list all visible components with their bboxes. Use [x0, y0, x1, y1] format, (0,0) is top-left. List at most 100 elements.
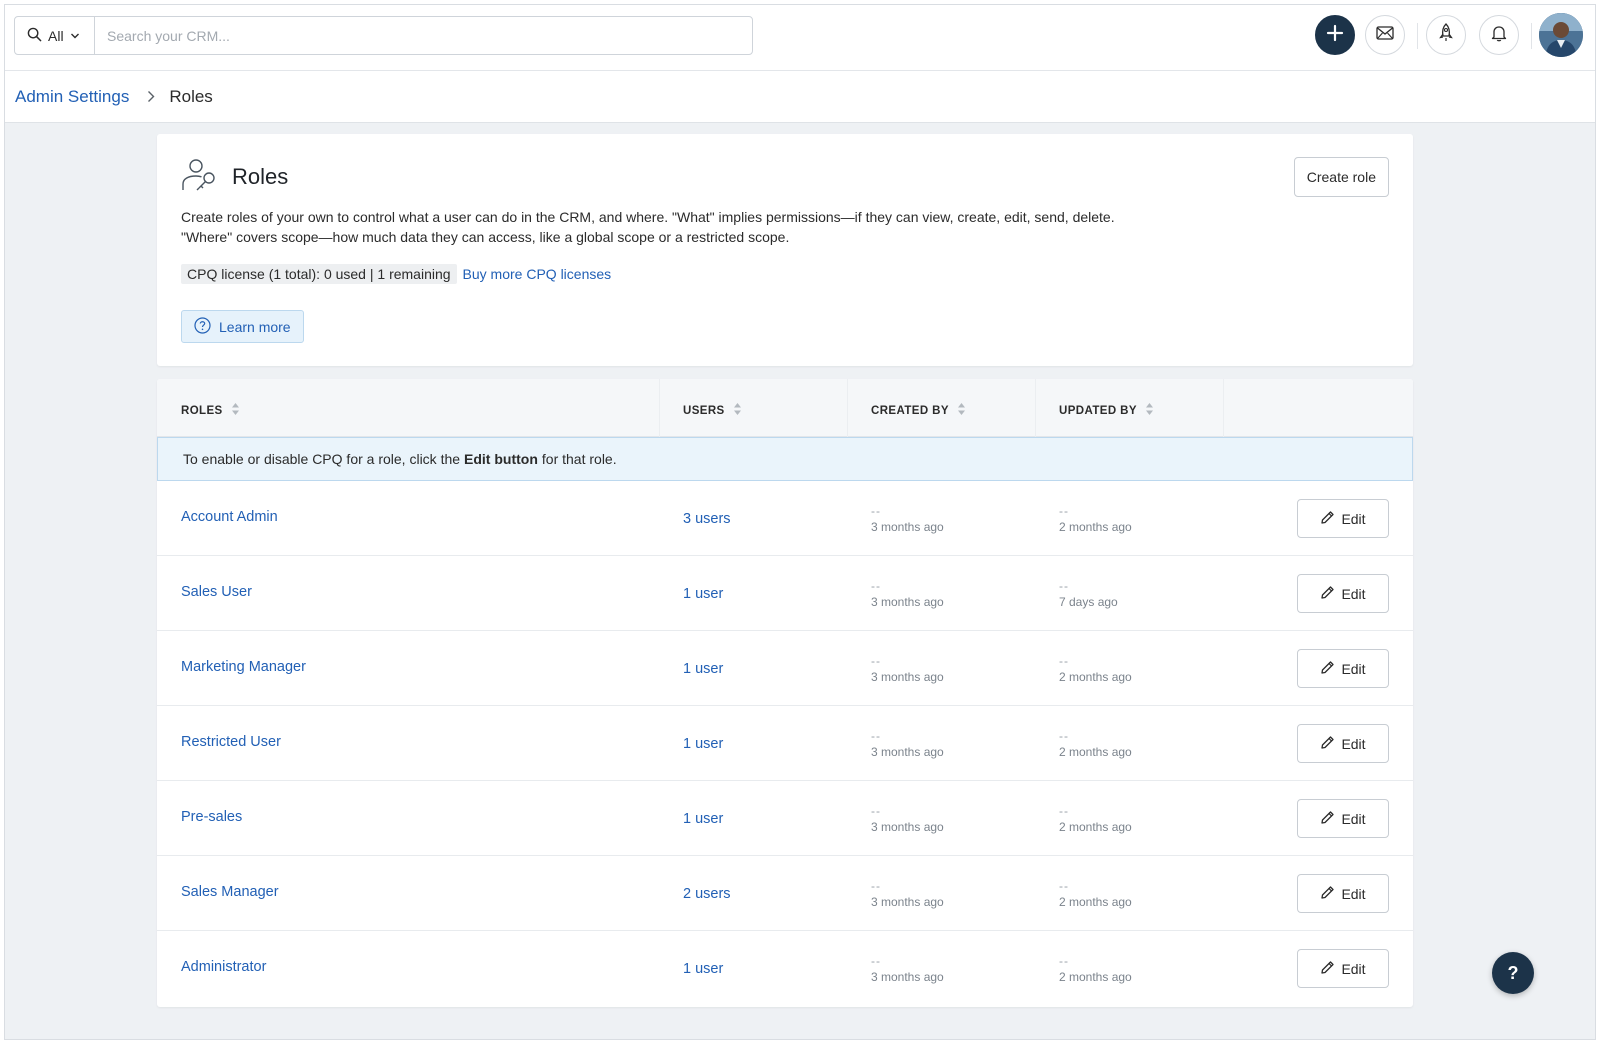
- updated-time: 2 months ago: [1059, 820, 1132, 834]
- sort-icon: [733, 402, 742, 419]
- pencil-icon: [1320, 660, 1335, 678]
- role-users-link[interactable]: 1 user: [683, 961, 723, 977]
- help-button[interactable]: ?: [1492, 952, 1534, 994]
- edit-role-button[interactable]: Edit: [1297, 874, 1389, 913]
- column-header-updated-by[interactable]: UPDATED BY: [1059, 402, 1154, 419]
- created-by-cell: -- 3 months ago: [871, 728, 944, 760]
- roles-header-card: Roles Create role Create roles of your o…: [157, 134, 1413, 366]
- table-body: Account Admin 3 users -- 3 months ago -- 2…: [157, 481, 1413, 1006]
- created-time: 3 months ago: [871, 670, 944, 684]
- plus-icon: [1325, 23, 1345, 48]
- column-header-label: CREATED BY: [871, 404, 949, 417]
- buy-cpq-licenses-link[interactable]: Buy more CPQ licenses: [463, 266, 612, 282]
- created-by-cell: -- 3 months ago: [871, 953, 944, 985]
- pencil-icon: [1320, 510, 1335, 528]
- role-name-link[interactable]: Sales User: [181, 584, 252, 600]
- column-header-roles[interactable]: ROLES: [181, 402, 240, 419]
- notice-text: for that role.: [541, 451, 617, 467]
- user-avatar[interactable]: [1539, 13, 1583, 57]
- updated-by-cell: -- 7 days ago: [1059, 578, 1118, 610]
- updated-by-name: --: [1059, 954, 1069, 968]
- learn-more-label: Learn more: [219, 318, 291, 335]
- sort-icon: [231, 402, 240, 419]
- column-header-label: USERS: [683, 404, 725, 417]
- cpq-license-row: CPQ license (1 total): 0 used | 1 remain…: [181, 264, 611, 284]
- quick-add-button[interactable]: [1315, 15, 1355, 55]
- updated-time: 2 months ago: [1059, 970, 1132, 984]
- cpq-notice-banner: To enable or disable CPQ for a role, cli…: [157, 437, 1413, 481]
- pencil-icon: [1320, 885, 1335, 903]
- role-name-link[interactable]: Account Admin: [181, 509, 278, 525]
- column-divider: [847, 379, 848, 437]
- top-bar: All: [5, 5, 1595, 71]
- search-scope-value: All: [48, 27, 64, 44]
- updated-by-name: --: [1059, 579, 1069, 593]
- role-users-link[interactable]: 3 users: [683, 511, 731, 527]
- created-time: 3 months ago: [871, 970, 944, 984]
- edit-label: Edit: [1341, 885, 1366, 902]
- edit-role-button[interactable]: Edit: [1297, 799, 1389, 838]
- edit-role-button[interactable]: Edit: [1297, 574, 1389, 613]
- edit-label: Edit: [1341, 585, 1366, 602]
- roles-table: ROLES USERS CREATED BY UPDATED BY To ena…: [157, 379, 1413, 1007]
- search-input[interactable]: [95, 17, 752, 54]
- role-users-link[interactable]: 1 user: [683, 736, 723, 752]
- edit-label: Edit: [1341, 960, 1366, 977]
- table-row: Pre-sales 1 user -- 3 months ago -- 2 mont…: [157, 781, 1413, 856]
- role-name-link[interactable]: Administrator: [181, 959, 266, 975]
- role-users-link[interactable]: 1 user: [683, 661, 723, 677]
- created-time: 3 months ago: [871, 745, 944, 759]
- edit-label: Edit: [1341, 735, 1366, 752]
- pencil-icon: [1320, 735, 1335, 753]
- updated-by-name: --: [1059, 654, 1069, 668]
- updated-by-name: --: [1059, 729, 1069, 743]
- table-row: Marketing Manager 1 user -- 3 months ago …: [157, 631, 1413, 706]
- column-divider: [659, 379, 660, 437]
- created-by-cell: -- 3 months ago: [871, 653, 944, 685]
- updated-time: 2 months ago: [1059, 520, 1132, 534]
- role-name-link[interactable]: Sales Manager: [181, 884, 279, 900]
- chevron-down-icon: [70, 28, 80, 44]
- created-by-cell: -- 3 months ago: [871, 503, 944, 535]
- created-by-name: --: [871, 804, 881, 818]
- column-header-created-by[interactable]: CREATED BY: [871, 402, 966, 419]
- created-by-name: --: [871, 504, 881, 518]
- edit-role-button[interactable]: Edit: [1297, 649, 1389, 688]
- table-row: Account Admin 3 users -- 3 months ago -- 2…: [157, 481, 1413, 556]
- bell-icon: [1491, 24, 1507, 47]
- learn-more-button[interactable]: Learn more: [181, 310, 304, 343]
- cpq-license-info: CPQ license (1 total): 0 used | 1 remain…: [181, 264, 457, 284]
- role-users-link[interactable]: 1 user: [683, 811, 723, 827]
- updated-by-name: --: [1059, 504, 1069, 518]
- updated-by-name: --: [1059, 804, 1069, 818]
- role-users-link[interactable]: 1 user: [683, 586, 723, 602]
- breadcrumb-admin-settings[interactable]: Admin Settings: [15, 87, 129, 107]
- search-scope-select[interactable]: All: [15, 17, 95, 54]
- updated-by-cell: -- 2 months ago: [1059, 653, 1132, 685]
- updated-time: 2 months ago: [1059, 670, 1132, 684]
- edit-role-button[interactable]: Edit: [1297, 499, 1389, 538]
- chevron-right-icon: [147, 90, 155, 103]
- column-divider: [1223, 379, 1224, 437]
- getting-started-button[interactable]: [1426, 15, 1466, 55]
- email-button[interactable]: [1365, 15, 1405, 55]
- column-divider: [1035, 379, 1036, 437]
- column-header-users[interactable]: USERS: [683, 402, 742, 419]
- search-icon: [27, 27, 42, 45]
- mail-icon: [1376, 25, 1394, 45]
- role-name-link[interactable]: Marketing Manager: [181, 659, 306, 675]
- edit-role-button[interactable]: Edit: [1297, 949, 1389, 988]
- role-name-link[interactable]: Pre-sales: [181, 809, 242, 825]
- toolbar-divider: [1417, 23, 1418, 49]
- created-time: 3 months ago: [871, 895, 944, 909]
- role-users-link[interactable]: 2 users: [683, 886, 731, 902]
- updated-time: 2 months ago: [1059, 745, 1132, 759]
- created-time: 3 months ago: [871, 520, 944, 534]
- notice-emphasis: Edit button: [464, 451, 538, 467]
- role-name-link[interactable]: Restricted User: [181, 734, 281, 750]
- table-row: Sales Manager 2 users -- 3 months ago -- 2…: [157, 856, 1413, 931]
- notifications-button[interactable]: [1479, 15, 1519, 55]
- edit-role-button[interactable]: Edit: [1297, 724, 1389, 763]
- table-row: Restricted User 1 user -- 3 months ago --…: [157, 706, 1413, 781]
- create-role-button[interactable]: Create role: [1293, 157, 1389, 197]
